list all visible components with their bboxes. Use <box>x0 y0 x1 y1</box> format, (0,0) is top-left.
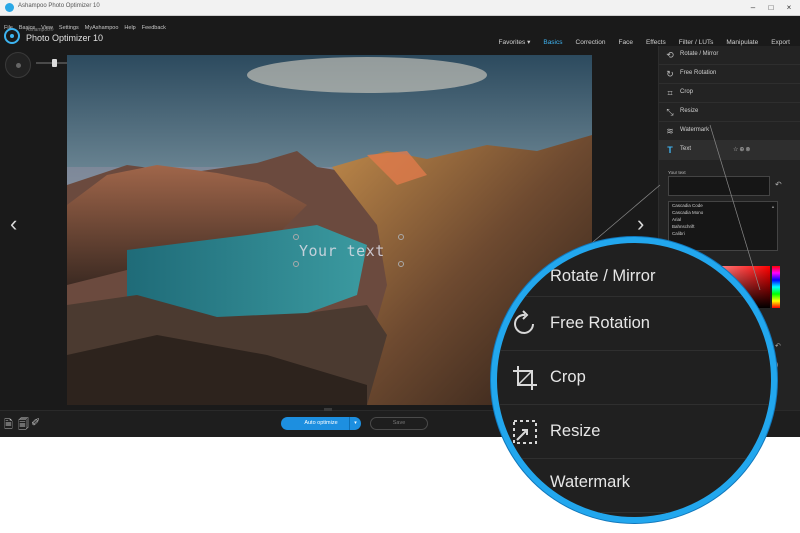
text-handle-tr[interactable] <box>398 234 404 240</box>
magnified-item-resize: Resize <box>497 405 771 459</box>
magnified-item-crop: Crop <box>497 351 771 405</box>
font-item[interactable]: Arial <box>669 216 777 223</box>
panel-item-label: Rotate / Mirror <box>680 51 719 57</box>
your-text-input[interactable] <box>668 176 770 196</box>
reset-icon[interactable]: ↶ <box>775 342 781 350</box>
panel-item-resize[interactable]: ⤡ Resize <box>659 103 800 122</box>
window-title: Ashampoo Photo Optimizer 10 <box>18 3 100 9</box>
next-image-icon[interactable]: › <box>637 213 644 235</box>
free-rotation-icon <box>514 310 534 334</box>
panel-item-crop[interactable]: ⌗ Crop <box>659 84 800 103</box>
logo-product: Photo Optimizer 10 <box>26 33 104 43</box>
main-tabs: Favorites ▾ Basics Correction Face Effects Fi… <box>486 31 790 46</box>
panel-item-label: Watermark <box>680 127 710 133</box>
auto-optimize-dropdown-icon[interactable]: ▾ <box>349 417 361 430</box>
maximize-icon[interactable]: □ <box>762 2 780 14</box>
document-edit-icon[interactable]: 🗐 <box>18 416 29 435</box>
panel-item-label: Text <box>680 146 692 152</box>
zoom-slider-knob[interactable] <box>52 59 57 67</box>
scroll-up-icon[interactable]: ▲ <box>771 204 775 209</box>
tab-favorites[interactable]: Favorites ▾ <box>499 37 531 49</box>
panel-item-label: Crop <box>680 89 694 95</box>
text-options-icons[interactable]: ☆⊕⊗ <box>733 146 751 153</box>
panel-item-label: Free Rotation <box>680 70 717 76</box>
panel-item-rotate-mirror[interactable]: ⟲ Rotate / Mirror <box>659 46 800 65</box>
undo-icon[interactable]: ↶ <box>775 180 782 189</box>
rotate-mirror-icon: ⟲ <box>666 50 674 60</box>
magnified-label: Rotate / Mirror <box>550 267 656 285</box>
tab-basics[interactable]: Basics <box>543 37 562 49</box>
panel-item-free-rotation[interactable]: ↻ Free Rotation <box>659 65 800 84</box>
magnified-item-watermark: Watermark <box>497 459 771 513</box>
menu-bar: File Basics View Settings MyAshampoo Help Feed… <box>0 16 800 31</box>
panel-grip[interactable] <box>324 408 332 411</box>
crop-icon <box>513 366 537 390</box>
font-item[interactable]: Cascadia Code <box>669 202 777 209</box>
stage: Ashampoo Photo Optimizer 10 – □ × File Ba… <box>0 0 800 533</box>
menu-myashampoo[interactable]: MyAshampoo <box>85 23 119 33</box>
menu-feedback[interactable]: Feedback <box>142 23 166 33</box>
menu-help[interactable]: Help <box>124 23 135 33</box>
magnified-item-free-rotation: Free Rotation <box>497 297 771 351</box>
menu-settings[interactable]: Settings <box>59 23 79 33</box>
auto-optimize-button[interactable]: Auto optimize ▾ <box>281 417 361 430</box>
free-rotation-icon: ↻ <box>666 69 674 79</box>
close-icon[interactable]: × <box>780 2 798 14</box>
panel-item-watermark[interactable]: ≋ Watermark <box>659 122 800 141</box>
text-handle-br[interactable] <box>398 261 404 267</box>
magnified-item-rotate-mirror: Rotate / Mirror <box>497 243 771 297</box>
tab-correction[interactable]: Correction <box>576 37 606 49</box>
minimize-icon[interactable]: – <box>744 2 762 14</box>
magnified-label: Watermark <box>550 473 631 491</box>
panel-item-text[interactable]: T Text ☆⊕⊗ <box>659 141 800 160</box>
magnifier-callout: Rotate / Mirror Free Rotation Crop Resiz… <box>491 237 777 523</box>
panel-item-label: Resize <box>680 108 699 114</box>
navigation-pad[interactable] <box>5 52 31 78</box>
crop-icon: ⌗ <box>667 88 673 98</box>
previous-image-icon[interactable]: ‹ <box>10 213 17 235</box>
text-handle-tl[interactable] <box>293 234 299 240</box>
title-bar: Ashampoo Photo Optimizer 10 – □ × <box>0 0 800 16</box>
resize-icon: ⤡ <box>666 107 674 117</box>
logo-mark-icon <box>4 28 20 44</box>
font-item[interactable]: Bahnschrift <box>669 223 777 230</box>
magnified-label: Free Rotation <box>550 314 650 332</box>
tab-face[interactable]: Face <box>619 37 633 49</box>
text-handle-bl[interactable] <box>293 261 299 267</box>
text-icon: T <box>667 145 673 155</box>
document-icon[interactable]: 🗎 <box>4 416 13 435</box>
font-item[interactable]: Cascadia Mono <box>669 209 777 216</box>
hue-slider[interactable] <box>772 266 780 308</box>
watermark-icon: ≋ <box>666 126 674 136</box>
save-button[interactable]: Save <box>370 417 428 430</box>
magnified-label: Resize <box>550 422 601 440</box>
magnified-label: Crop <box>550 368 586 386</box>
font-item[interactable]: Calibri <box>669 230 777 237</box>
auto-optimize-label: Auto optimize <box>304 420 338 426</box>
watermark-icon <box>512 476 534 492</box>
your-text-label: Your text <box>668 170 686 175</box>
navigation-dot <box>16 63 21 68</box>
resize-icon <box>513 420 537 444</box>
app-icon <box>5 3 14 12</box>
brush-icon[interactable]: ✐ <box>31 416 40 429</box>
canvas-text-overlay[interactable]: Your text <box>299 242 385 260</box>
